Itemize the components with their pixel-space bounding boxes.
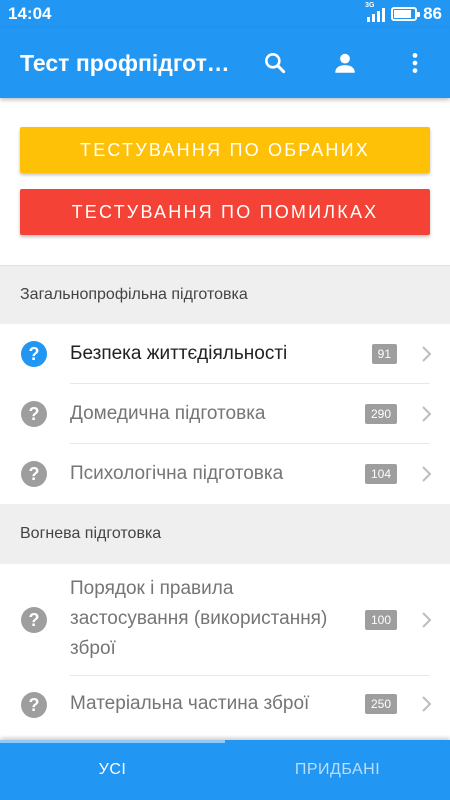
chevron-right-icon xyxy=(422,346,432,362)
battery-percent: 86 xyxy=(423,4,442,23)
more-vert-icon[interactable] xyxy=(400,48,430,78)
chevron-right-icon xyxy=(422,696,432,712)
chevron-right-icon xyxy=(422,612,432,628)
count-badge: 100 xyxy=(364,610,397,630)
section-header-general: Загальнопрофільна підготовка xyxy=(0,266,450,324)
list-item-label: Домедична підготовка xyxy=(70,403,266,424)
count-badge: 104 xyxy=(364,464,397,484)
question-icon: ? xyxy=(21,607,47,633)
tab-bought[interactable]: ПРИДБАНІ xyxy=(225,740,450,800)
status-bar: 14:04 3G 86 xyxy=(0,0,450,28)
list-item-label: Порядок і правила застосування (використ… xyxy=(70,578,328,659)
list-item-label: Психологічна підготовка xyxy=(70,463,284,484)
test-mistakes-button[interactable]: ТЕСТУВАННЯ ПО ПОМИЛКАХ xyxy=(20,189,430,235)
list-item[interactable]: ? Домедична підготовка 290 xyxy=(0,384,450,444)
question-icon: ? xyxy=(21,401,47,427)
list-item[interactable]: ? Психологічна підготовка 104 xyxy=(0,444,450,504)
list-item-label: Безпека життєдіяльності xyxy=(70,343,288,364)
account-icon[interactable] xyxy=(330,48,360,78)
count-badge: 290 xyxy=(364,404,397,424)
chevron-right-icon xyxy=(422,466,432,482)
count-badge: 250 xyxy=(364,694,397,714)
battery-icon xyxy=(391,7,421,21)
signal-icon: 3G xyxy=(365,2,386,22)
question-icon: ? xyxy=(21,461,47,487)
bottom-tab-bar: УСІ ПРИДБАНІ xyxy=(0,740,450,800)
chevron-right-icon xyxy=(422,406,432,422)
list-item[interactable]: ? Порядок і правила застосування (викори… xyxy=(0,564,450,676)
question-icon: ? xyxy=(21,341,47,367)
list-item[interactable]: ? Безпека життєдіяльності 91 xyxy=(0,324,450,384)
status-indicators: 3G 86 xyxy=(365,2,442,24)
status-time: 14:04 xyxy=(8,4,52,23)
section-header-firearms: Вогнева підготовка xyxy=(0,504,450,564)
count-badge: 91 xyxy=(371,344,397,364)
app-title: Тест профпідготовки xyxy=(20,50,230,76)
list-item[interactable]: ? Матеріальна частина зброї 250 xyxy=(0,676,450,736)
question-icon: ? xyxy=(21,692,47,718)
test-favorites-button[interactable]: ТЕСТУВАННЯ ПО ОБРАНИХ xyxy=(20,127,430,173)
search-icon[interactable] xyxy=(260,48,290,78)
network-type: 3G xyxy=(365,2,375,9)
list-item-label: Матеріальна частина зброї xyxy=(70,693,310,714)
tab-all[interactable]: УСІ xyxy=(0,740,225,800)
app-bar: Тест профпідготовки xyxy=(0,28,450,98)
